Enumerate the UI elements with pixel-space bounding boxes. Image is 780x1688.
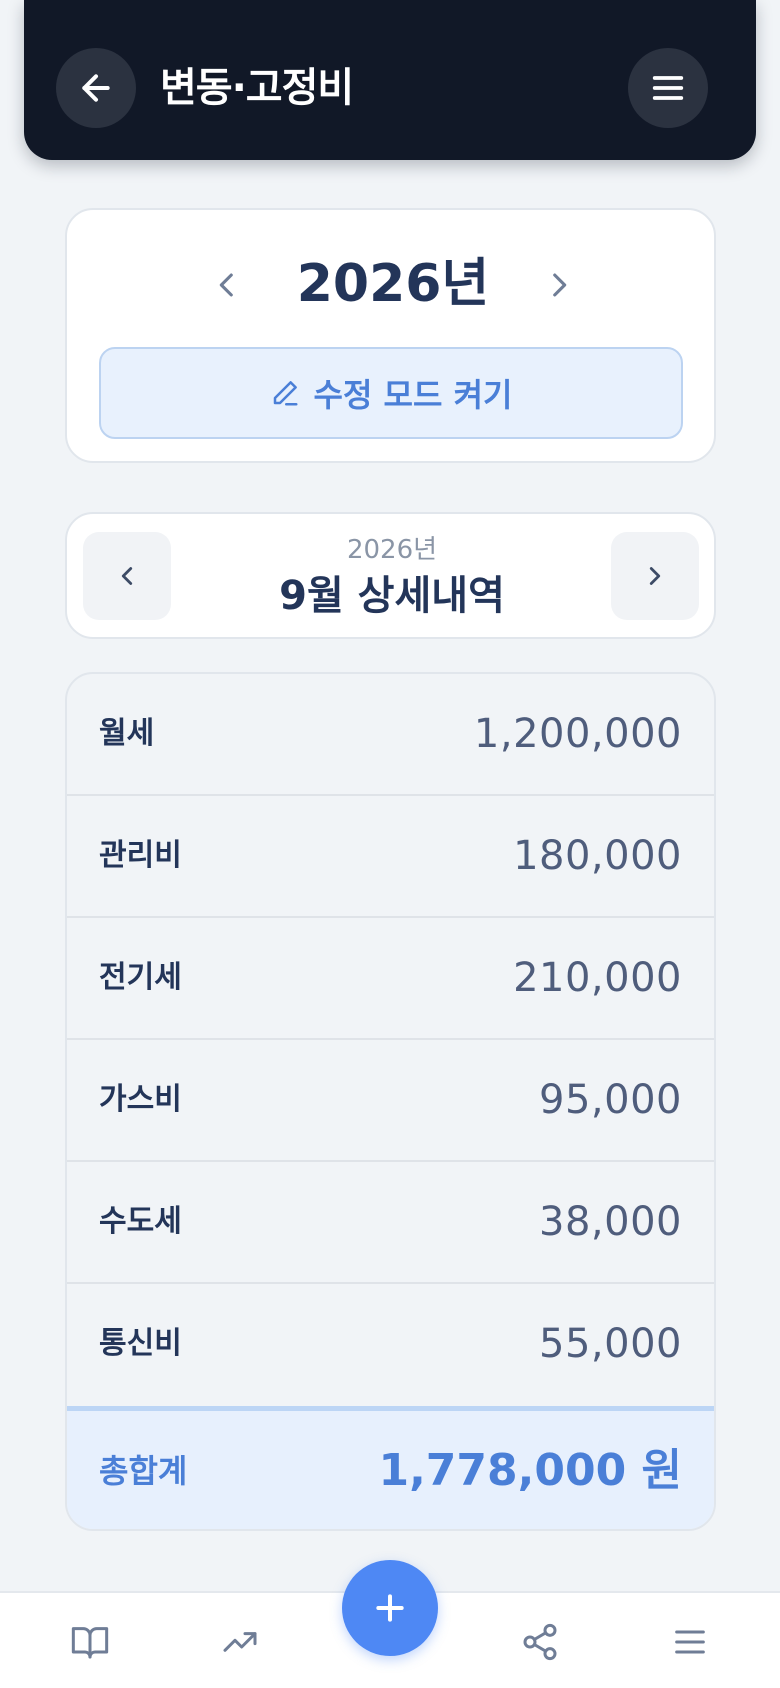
previous-year-button[interactable] [197, 250, 257, 320]
nav-trends-button[interactable] [200, 1593, 280, 1688]
chevron-left-icon [121, 567, 133, 585]
edit-mode-label: 수정 모드 켜기 [313, 376, 513, 414]
expense-amount: 55,000 [539, 1321, 682, 1367]
expense-amount: 38,000 [539, 1199, 682, 1245]
hamburger-menu-icon [652, 76, 684, 100]
expense-row[interactable]: 전기세 210,000 [67, 918, 714, 1040]
page-title: 변동·고정비 [160, 65, 354, 111]
nav-share-button[interactable] [500, 1593, 580, 1688]
chevron-right-icon [649, 567, 661, 585]
next-month-button[interactable] [611, 532, 699, 620]
month-title: 9월 상세내역 [279, 573, 505, 619]
chevron-left-icon [219, 273, 233, 297]
year-label: 2026년 [296, 254, 490, 314]
edit-mode-button[interactable]: 수정 모드 켜기 [99, 347, 683, 439]
expense-label: 전기세 [99, 960, 182, 995]
expense-amount: 210,000 [513, 955, 682, 1001]
previous-month-button[interactable] [83, 532, 171, 620]
pencil-icon [273, 381, 298, 406]
expense-label: 관리비 [99, 838, 182, 873]
expense-row[interactable]: 통신비 55,000 [67, 1284, 714, 1406]
expense-list: 월세 1,200,000 관리비 180,000 전기세 210,000 가스비… [65, 672, 716, 1531]
chevron-right-icon [553, 273, 567, 297]
menu-button[interactable] [628, 48, 708, 128]
arrow-left-icon [82, 74, 110, 102]
add-button[interactable] [342, 1560, 438, 1656]
expense-label: 통신비 [99, 1326, 182, 1361]
expense-label: 가스비 [99, 1082, 182, 1117]
share-icon [523, 1623, 557, 1660]
expense-row[interactable]: 관리비 180,000 [67, 796, 714, 918]
month-year-label: 2026년 [346, 535, 438, 565]
nav-book-button[interactable] [50, 1593, 130, 1688]
plus-icon [376, 1594, 404, 1622]
app-header: 변동·고정비 [24, 0, 756, 160]
back-button[interactable] [56, 48, 136, 128]
month-header-card: 2026년 9월 상세내역 [65, 512, 716, 639]
expense-row[interactable]: 수도세 38,000 [67, 1162, 714, 1284]
nav-menu-button[interactable] [650, 1593, 730, 1688]
menu-icon [675, 1630, 705, 1653]
expense-row[interactable]: 월세 1,200,000 [67, 674, 714, 796]
book-icon [71, 1626, 109, 1658]
total-amount: 1,778,000 원 [378, 1445, 682, 1496]
total-label: 총합계 [99, 1452, 188, 1490]
trending-up-icon [223, 1631, 257, 1652]
next-year-button[interactable] [529, 250, 589, 320]
expense-amount: 1,200,000 [473, 711, 682, 757]
year-selector-card: 2026년 수정 모드 켜기 [65, 208, 716, 463]
expense-amount: 95,000 [539, 1077, 682, 1123]
expense-label: 수도세 [99, 1204, 182, 1239]
expense-amount: 180,000 [513, 833, 682, 879]
expense-row[interactable]: 가스비 95,000 [67, 1040, 714, 1162]
total-row: 총합계 1,778,000 원 [67, 1406, 714, 1529]
expense-label: 월세 [99, 716, 155, 751]
